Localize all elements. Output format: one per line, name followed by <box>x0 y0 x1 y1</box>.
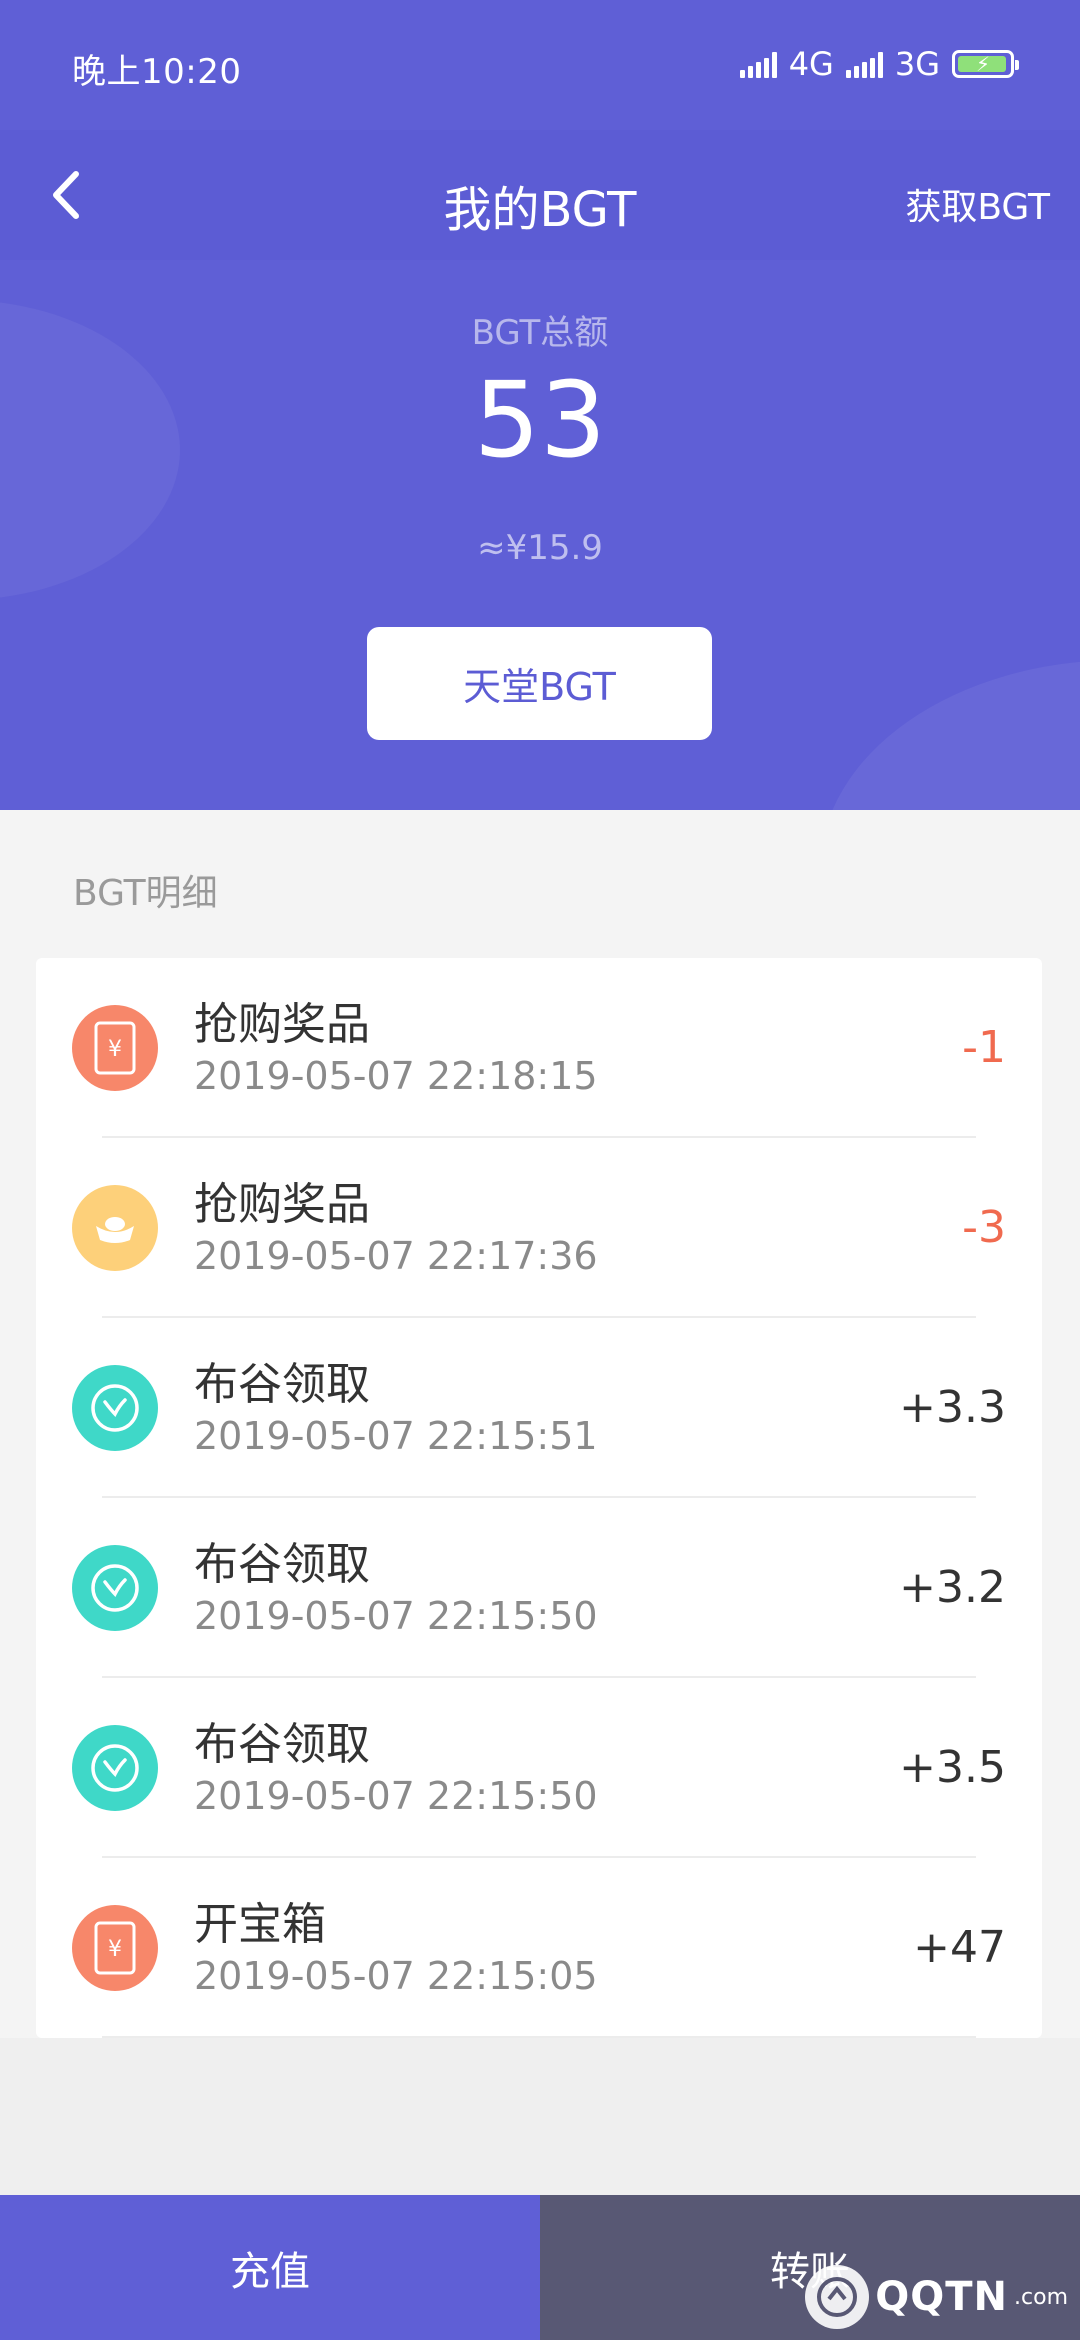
sprout-icon <box>72 1725 158 1811</box>
transaction-amount: +3.5 <box>899 1742 1006 1793</box>
transaction-amount: +47 <box>913 1922 1006 1973</box>
transaction-title: 布谷领取 <box>194 1719 370 1770</box>
watermark-brand: QQTN <box>875 2274 1009 2320</box>
transaction-amount: +3.3 <box>899 1382 1006 1433</box>
sprout-icon <box>72 1365 158 1451</box>
transaction-title: 布谷领取 <box>194 1539 370 1590</box>
signal-icon <box>845 50 883 78</box>
red-envelope-icon: ¥ <box>72 1005 158 1091</box>
transaction-amount: -3 <box>962 1202 1006 1253</box>
network-type-label: 3G <box>894 45 940 83</box>
transaction-row[interactable]: 布谷领取 2019-05-07 22:15:50 +3.5 <box>36 1678 1042 1858</box>
transaction-row[interactable]: 布谷领取 2019-05-07 22:15:50 +3.2 <box>36 1498 1042 1678</box>
transaction-row[interactable]: 布谷领取 2019-05-07 22:15:51 +3.3 <box>36 1318 1042 1498</box>
svg-text:¥: ¥ <box>108 1037 122 1062</box>
bottom-action-bar: 充值 转账 QQTN .com <box>0 2195 1080 2340</box>
transaction-time: 2019-05-07 22:17:36 <box>194 1234 598 1278</box>
decorative-circle <box>820 660 1080 810</box>
watermark: QQTN .com <box>805 2262 1068 2332</box>
transaction-time: 2019-05-07 22:15:50 <box>194 1594 598 1638</box>
status-indicators: 4G 3G ⚡ <box>739 44 1019 84</box>
transaction-title: 布谷领取 <box>194 1359 370 1410</box>
empty-area <box>0 2038 1080 2195</box>
balance-approx-value: ≈¥15.9 <box>477 528 603 568</box>
svg-text:¥: ¥ <box>108 1937 122 1962</box>
transaction-amount: +3.2 <box>899 1562 1006 1613</box>
transaction-title: 抢购奖品 <box>194 999 370 1050</box>
network-type-label: 4G <box>788 45 834 83</box>
watermark-domain: .com <box>1014 2284 1068 2310</box>
transaction-amount: -1 <box>962 1022 1006 1073</box>
navigation-bar: 我的BGT 获取BGT <box>0 130 1080 260</box>
balance-value: 53 <box>473 359 607 481</box>
transaction-list: ¥ 抢购奖品 2019-05-07 22:18:15 -1 抢购奖品 2019-… <box>36 958 1042 2038</box>
paradise-bgt-button[interactable]: 天堂BGT <box>367 627 712 740</box>
transaction-title: 抢购奖品 <box>194 1179 370 1230</box>
transaction-row[interactable]: ¥ 抢购奖品 2019-05-07 22:18:15 -1 <box>36 958 1042 1138</box>
get-bgt-link[interactable]: 获取BGT <box>905 178 1050 230</box>
sprout-icon <box>72 1545 158 1631</box>
transaction-title: 开宝箱 <box>194 1899 326 1950</box>
recharge-button[interactable]: 充值 <box>0 2195 540 2340</box>
transaction-time: 2019-05-07 22:18:15 <box>194 1054 598 1098</box>
section-title: BGT明细 <box>73 873 218 914</box>
red-envelope-icon: ¥ <box>72 1905 158 1991</box>
gold-ingot-icon <box>72 1185 158 1271</box>
transaction-row[interactable]: ¥ 开宝箱 2019-05-07 22:15:05 +47 <box>36 1858 1042 2038</box>
transaction-time: 2019-05-07 22:15:50 <box>194 1774 598 1818</box>
qqtn-logo-icon <box>805 2265 870 2329</box>
balance-label: BGT总额 <box>471 313 609 353</box>
status-time: 晚上10:20 <box>72 52 242 92</box>
status-bar: 晚上10:20 4G 3G ⚡ <box>0 0 1080 130</box>
transaction-row[interactable]: 抢购奖品 2019-05-07 22:17:36 -3 <box>36 1138 1042 1318</box>
battery-icon: ⚡ <box>952 50 1019 78</box>
transaction-time: 2019-05-07 22:15:51 <box>194 1414 598 1458</box>
header-panel: 晚上10:20 4G 3G ⚡ 我的BGT 获取BGT BGT总额 53 ≈¥1… <box>0 0 1080 810</box>
signal-icon <box>739 50 777 78</box>
transaction-time: 2019-05-07 22:15:05 <box>194 1954 598 1998</box>
